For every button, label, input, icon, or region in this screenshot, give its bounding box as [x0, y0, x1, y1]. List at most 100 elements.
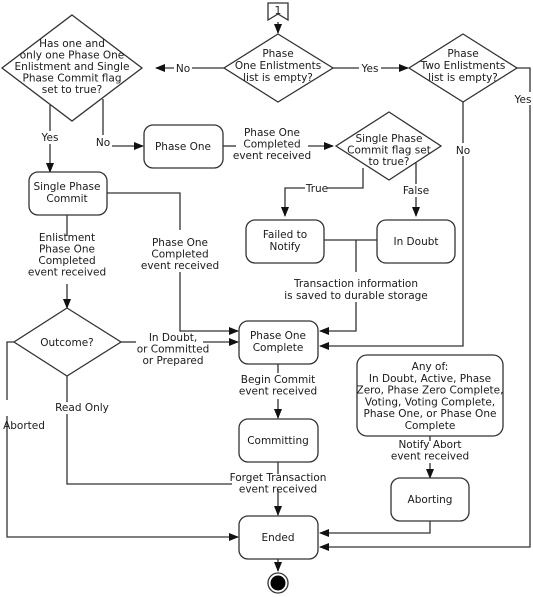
text-line: Aborting: [408, 494, 453, 506]
edge-spc-to-complete: [179, 272, 239, 335]
text-line: Completed: [151, 249, 208, 261]
text-line: Failed to: [263, 229, 307, 241]
label-no-to-phase-one: No: [96, 137, 110, 149]
text-line: Phase One: [39, 244, 95, 256]
text-line: event received: [391, 451, 469, 463]
text-line: Single Phase: [34, 181, 101, 193]
text-line: Any of:: [412, 361, 449, 373]
text-line: event received: [28, 267, 106, 279]
final-state-icon: [267, 572, 289, 594]
text-line: event received: [239, 386, 317, 398]
state-committing: Committing: [238, 418, 319, 463]
text-line: Complete: [253, 342, 304, 354]
label-no-left: No: [176, 63, 190, 75]
state-single-phase-commit: Single Phase Commit: [28, 171, 108, 216]
text-line: Phase One: [152, 237, 208, 249]
text-line: Phase Commit flag: [23, 73, 122, 85]
state-aborting: Aborting: [390, 477, 470, 522]
label-yes-down: Yes: [41, 132, 59, 144]
text-line: Completed: [243, 139, 300, 151]
label-begin-commit: Begin Commit event received: [239, 374, 317, 398]
text-line: list is empty?: [243, 72, 313, 84]
label-enlistment-completed: Enlistment Phase One Completed event receiv…: [28, 232, 106, 279]
text-line: Outcome?: [40, 337, 94, 349]
label-yes-far-right: Yes: [514, 94, 532, 106]
svg-text:Outcome?: Outcome?: [40, 337, 94, 349]
svg-text:Committing: Committing: [247, 435, 309, 447]
state-diagram: 1 Phase One Enlistments list is empty? Pha…: [0, 2, 533, 594]
decision-outcome: Outcome?: [12, 307, 123, 377]
state-in-doubt: In Doubt: [376, 219, 456, 264]
text-line: Enlistment and Single: [15, 61, 130, 73]
label-yes-right: Yes: [361, 63, 379, 75]
text-line: Voting, Voting Complete,: [365, 396, 495, 408]
edge-aborted-a: [6, 341, 14, 400]
text-line: or Committed: [137, 344, 210, 356]
svg-text:In Doubt: In Doubt: [393, 236, 438, 248]
text-line: Phase: [262, 48, 293, 60]
text-line: Notify: [269, 241, 300, 253]
decision-spc-flag: Single Phase Commit flag set to true?: [334, 111, 443, 181]
state-failed-to-notify: Failed to Notify: [245, 219, 325, 264]
decision-phase-two-empty: Phase Two Enlistments list is empty?: [407, 33, 519, 103]
label-aborted: Aborted: [3, 420, 45, 432]
text-line: Commit: [46, 193, 87, 205]
edge-aborted: [6, 416, 239, 541]
text-line: Notify Abort: [398, 439, 461, 451]
label-read-only: Read Only: [55, 402, 109, 414]
start-marker: 1: [267, 2, 289, 22]
text-line: event received: [141, 260, 219, 272]
label-no-down: No: [456, 145, 470, 157]
label-false: False: [403, 185, 429, 197]
label-phase-one-completed: Phase One Completed event received: [233, 127, 311, 162]
text-line: Phase One: [244, 127, 300, 139]
text-line: Single Phase: [356, 133, 423, 145]
label-forget-transaction: Forget Transaction event received: [230, 472, 327, 496]
text-line: One Enlistments: [235, 60, 321, 72]
svg-text:Ended: Ended: [261, 532, 294, 544]
text-line: only one Phase One: [20, 50, 125, 62]
text-line: Begin Commit: [241, 374, 315, 386]
label-true: True: [305, 183, 328, 195]
text-line: Two Enlistments: [420, 60, 506, 72]
text-line: Phase One: [155, 141, 211, 153]
svg-text:Phase OneComplete: Phase One Complete: [250, 330, 306, 354]
text-line: Ended: [261, 532, 294, 544]
text-line: event received: [233, 150, 311, 162]
decision-single-enlistment: Has one and only one Phase One Enlistment …: [0, 14, 144, 122]
text-line: Commit flag set: [347, 145, 431, 157]
text-line: is saved to durable storage: [284, 290, 428, 302]
text-line: or Prepared: [142, 355, 203, 367]
text-line: Phase One: [250, 330, 306, 342]
label-outcome-to-complete: In Doubt, or Committed or Prepared: [137, 332, 210, 367]
svg-text:Failed toNotify: Failed to Notify: [263, 229, 307, 253]
decision-phase-one-empty: Phase One Enlistments list is empty?: [222, 33, 335, 103]
state-phase-one: Phase One: [143, 124, 224, 169]
text-line: Complete: [405, 420, 456, 432]
text-line: Zero, Phase Zero Complete,: [357, 385, 504, 397]
text-line: Forget Transaction: [230, 472, 327, 484]
text-line: Completed: [38, 255, 95, 267]
text-line: list is empty?: [428, 72, 498, 84]
edge-aborting-ended: [319, 521, 431, 537]
text-line: set to true?: [42, 84, 102, 96]
text-line: Phase One, or Phase One: [364, 408, 497, 420]
state-phase-one-complete: Phase One Complete: [238, 320, 319, 365]
label-notify-abort: Notify Abort event received: [391, 439, 469, 463]
label-durable-storage: Transaction information is saved to durab…: [284, 278, 428, 302]
state-any-of: Any of: In Doubt, Active, Phase Zero, Phas…: [356, 354, 504, 437]
edge-spc-right: [107, 192, 181, 230]
text-line: In Doubt, Active, Phase: [369, 373, 491, 385]
text-line: In Doubt,: [149, 332, 197, 344]
edge-read-only: [66, 414, 232, 485]
label-spc-phase-one-completed: Phase One Completed event received: [141, 237, 219, 272]
svg-text:Phase One: Phase One: [155, 141, 211, 153]
text-line: Has one and: [39, 38, 105, 50]
state-ended: Ended: [238, 515, 319, 560]
svg-text:Single PhaseCommit flag setto: Single Phase Commit flag set to true?: [347, 133, 431, 168]
text-line: Enlistment: [39, 232, 95, 244]
text-line: to true?: [368, 156, 409, 168]
svg-text:Aborting: Aborting: [408, 494, 453, 506]
text-line: event received: [239, 484, 317, 496]
text-line: Committing: [247, 435, 309, 447]
